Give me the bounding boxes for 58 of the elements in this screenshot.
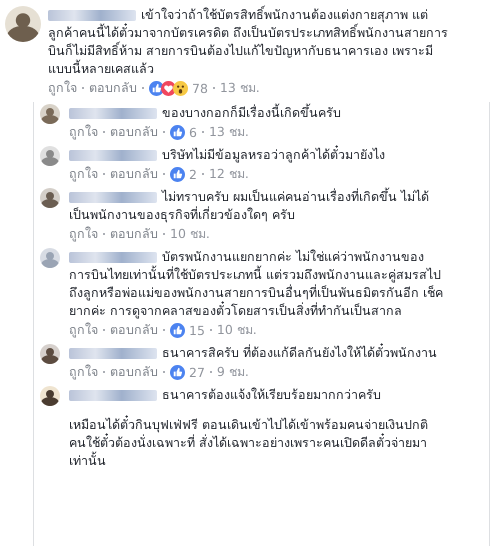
separator-dot (210, 329, 212, 331)
reply-text: ไม่ทราบครับ ผมเป็นแค่คนอ่านเรื่องที่เกิดขึ้น ไม่ได้เป็นพนักงานของธุรกิจที่เกี่ยวข้องใดๆ ครับ (69, 188, 430, 224)
separator-dot (163, 371, 165, 373)
timestamp: 13 ชม. (208, 123, 249, 141)
timestamp: 10 ชม. (216, 321, 257, 339)
reply-link[interactable]: ตอบกลับ (110, 224, 158, 244)
reaction-count: 15 (189, 322, 205, 338)
reply-text: ธนาคารสิครับ ที่ต้องแก้ดีลกันยังไงให้ได้ตั๋วพนักงาน (69, 344, 444, 362)
like-icon (170, 166, 185, 182)
like-link[interactable]: ถูกใจ (69, 224, 98, 244)
separator-dot (142, 87, 144, 89)
timestamp: 10 ชม. (170, 225, 210, 243)
separator-dot (212, 87, 215, 89)
reply-text: เหมือนได้ตั๋วกินบุฟเฟ่ฟรี ตอนเดินเข้าไปได้เข้าพร้อมคนจ่ายเงินปกติ คนใช้ตั๋วต้องนั่งเฉพาะที่ สั่งได้เฉพาะอย่างเพราะคนเปิดดีลตั๋วจ่ายมาเท่านั้น (69, 416, 429, 470)
separator-dot (103, 371, 105, 373)
separator-dot (202, 173, 204, 175)
separator-dot (103, 173, 105, 175)
reaction-count: 78 (192, 80, 208, 96)
like-link[interactable]: ถูกใจ (69, 122, 98, 142)
like-icon (170, 124, 185, 140)
reaction-count: 2 (189, 166, 197, 182)
like-link[interactable]: ถูกใจ (69, 362, 98, 382)
separator-dot (103, 329, 105, 331)
reply-text: ธนาคารต้องแจ้งให้เรียบร้อยมากกว่าครับ (69, 386, 444, 404)
reply-link[interactable]: ตอบกลับ (110, 164, 158, 184)
reply-link[interactable]: ตอบกลับ (110, 122, 158, 142)
avatar[interactable] (40, 344, 60, 364)
like-link[interactable]: ถูกใจ (69, 320, 98, 340)
separator-dot (163, 173, 165, 175)
reply-text: บัตรพนักงานแยกยากค่ะ ไม่ใช่แค่ว่าพนักงานของการบินไทยเท่านั้นที่ใช้บัตรประเภทนี้ แต่รวมถึงพนักงานและคู่สมรสไปถึงลูกหรือพ่อแม่ของพนักงานสายการบินอื่นๆที่เป็นพันธมิตรกันอีก เช็คยากค่ะ การดูจากคลาสของตั๋วโดยสารเป็นสิ่งที่ทำกันเป็นสากล (69, 248, 444, 320)
reply-text: บริษัทไม่มีข้อมูลหรอว่าลูกค้าได้ตั๋วมายังไง (69, 146, 444, 164)
separator-dot (163, 329, 165, 331)
avatar[interactable] (40, 104, 60, 124)
separator-dot (202, 131, 204, 133)
like-icon (170, 322, 185, 338)
reaction-count: 6 (189, 124, 197, 140)
like-link[interactable]: ถูกใจ (48, 78, 77, 98)
comment-text: เข้าใจว่าถ้าใช้บัตรสิทธิ์พนักงานต้องแต่งกายสุภาพ แต่ลูกค้าคนนี้ได้ตั๋วมาจากบัตรเครดิต ถึงเป็นบัตรประเภทสิทธิ์พนักงานสายการบินก็ไม่มีสิทธิ์ห้าม สายการบินต้องไปแก้ไขปัญหากับธนาคารเอง เพราะมีแบบนี้หลายเคสแล้ว (48, 6, 449, 78)
reply-link[interactable]: ตอบกลับ (110, 320, 158, 340)
separator-dot (103, 233, 105, 235)
reply-text: ของบางกอกก็มีเรื่องนี้เกิดขึ้นครับ (69, 104, 444, 122)
timestamp: 13 ชม. (220, 79, 260, 97)
separator-dot (82, 87, 84, 89)
avatar[interactable] (40, 188, 60, 208)
reply-link[interactable]: ตอบกลับ (110, 362, 158, 382)
avatar[interactable] (5, 6, 41, 42)
like-link[interactable]: ถูกใจ (69, 164, 98, 184)
reaction-count: 27 (189, 364, 205, 380)
reply-link[interactable]: ตอบกลับ (89, 78, 137, 98)
separator-dot (210, 371, 212, 373)
separator-dot (163, 233, 165, 235)
like-icon (170, 364, 185, 380)
avatar[interactable] (40, 386, 60, 406)
separator-dot (163, 131, 165, 133)
timestamp: 9 ชม. (216, 363, 249, 381)
separator-dot (103, 131, 105, 133)
wow-face-icon (173, 80, 188, 96)
timestamp: 12 ชม. (208, 165, 249, 183)
